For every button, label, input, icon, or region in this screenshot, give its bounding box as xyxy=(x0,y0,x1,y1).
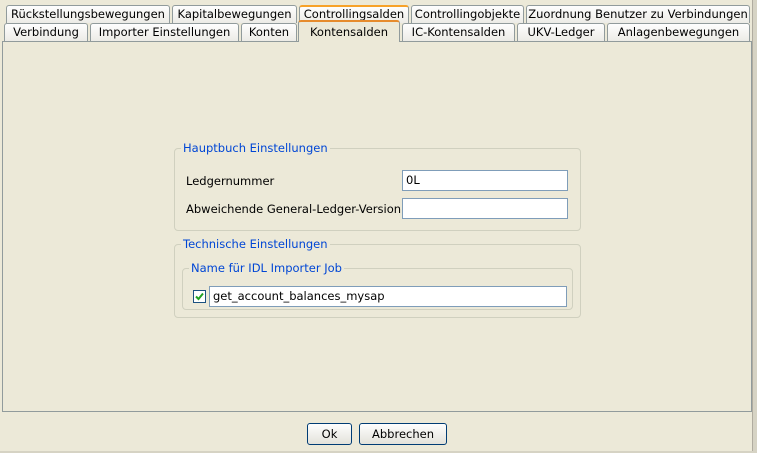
tab-konten[interactable]: Konten xyxy=(241,23,297,41)
ok-button[interactable]: Ok xyxy=(307,423,352,445)
tab-verbindung[interactable]: Verbindung xyxy=(4,23,88,41)
tab-kapitalbewegungen[interactable]: Kapitalbewegungen xyxy=(172,5,297,23)
job-enabled-checkbox[interactable] xyxy=(193,290,206,303)
gl-version-input[interactable] xyxy=(402,198,568,219)
hauptbuch-title: Hauptbuch Einstellungen xyxy=(181,141,330,155)
window-edge-right xyxy=(752,0,757,453)
tab-ic-kontensalden[interactable]: IC-Kontensalden xyxy=(402,23,515,41)
tab-content-panel: Hauptbuch Einstellungen Ledgernummer 0L … xyxy=(2,41,752,412)
technisch-title: Technische Einstellungen xyxy=(181,237,330,251)
ledgernummer-input[interactable]: 0L xyxy=(402,170,568,191)
technisch-group: Technische Einstellungen Name für IDL Im… xyxy=(174,237,581,318)
tab-rueckstellungsbewegungen[interactable]: Rückstellungsbewegungen xyxy=(6,5,170,23)
tab-zuordnung-benutzer[interactable]: Zuordnung Benutzer zu Verbindungen xyxy=(526,5,750,23)
checkmark-icon xyxy=(195,292,204,301)
gl-version-label: Abweichende General-Ledger-Version xyxy=(186,202,402,216)
cancel-button[interactable]: Abbrechen xyxy=(359,423,447,445)
job-name-input[interactable]: get_account_balances_mysap xyxy=(209,286,567,307)
tab-kontensalden[interactable]: Kontensalden xyxy=(298,20,400,42)
tab-ukv-ledger[interactable]: UKV-Ledger xyxy=(517,23,605,41)
tab-anlagenbewegungen[interactable]: Anlagenbewegungen xyxy=(607,23,750,41)
idl-job-group: Name für IDL Importer Job get_account_ba… xyxy=(182,261,573,310)
tab-importer-einstellungen[interactable]: Importer Einstellungen xyxy=(90,23,239,41)
hauptbuch-group: Hauptbuch Einstellungen Ledgernummer 0L … xyxy=(174,141,581,231)
idl-job-title: Name für IDL Importer Job xyxy=(189,261,344,275)
ledgernummer-label: Ledgernummer xyxy=(186,174,275,188)
tab-controllingobjekte[interactable]: Controllingobjekte xyxy=(411,5,524,23)
